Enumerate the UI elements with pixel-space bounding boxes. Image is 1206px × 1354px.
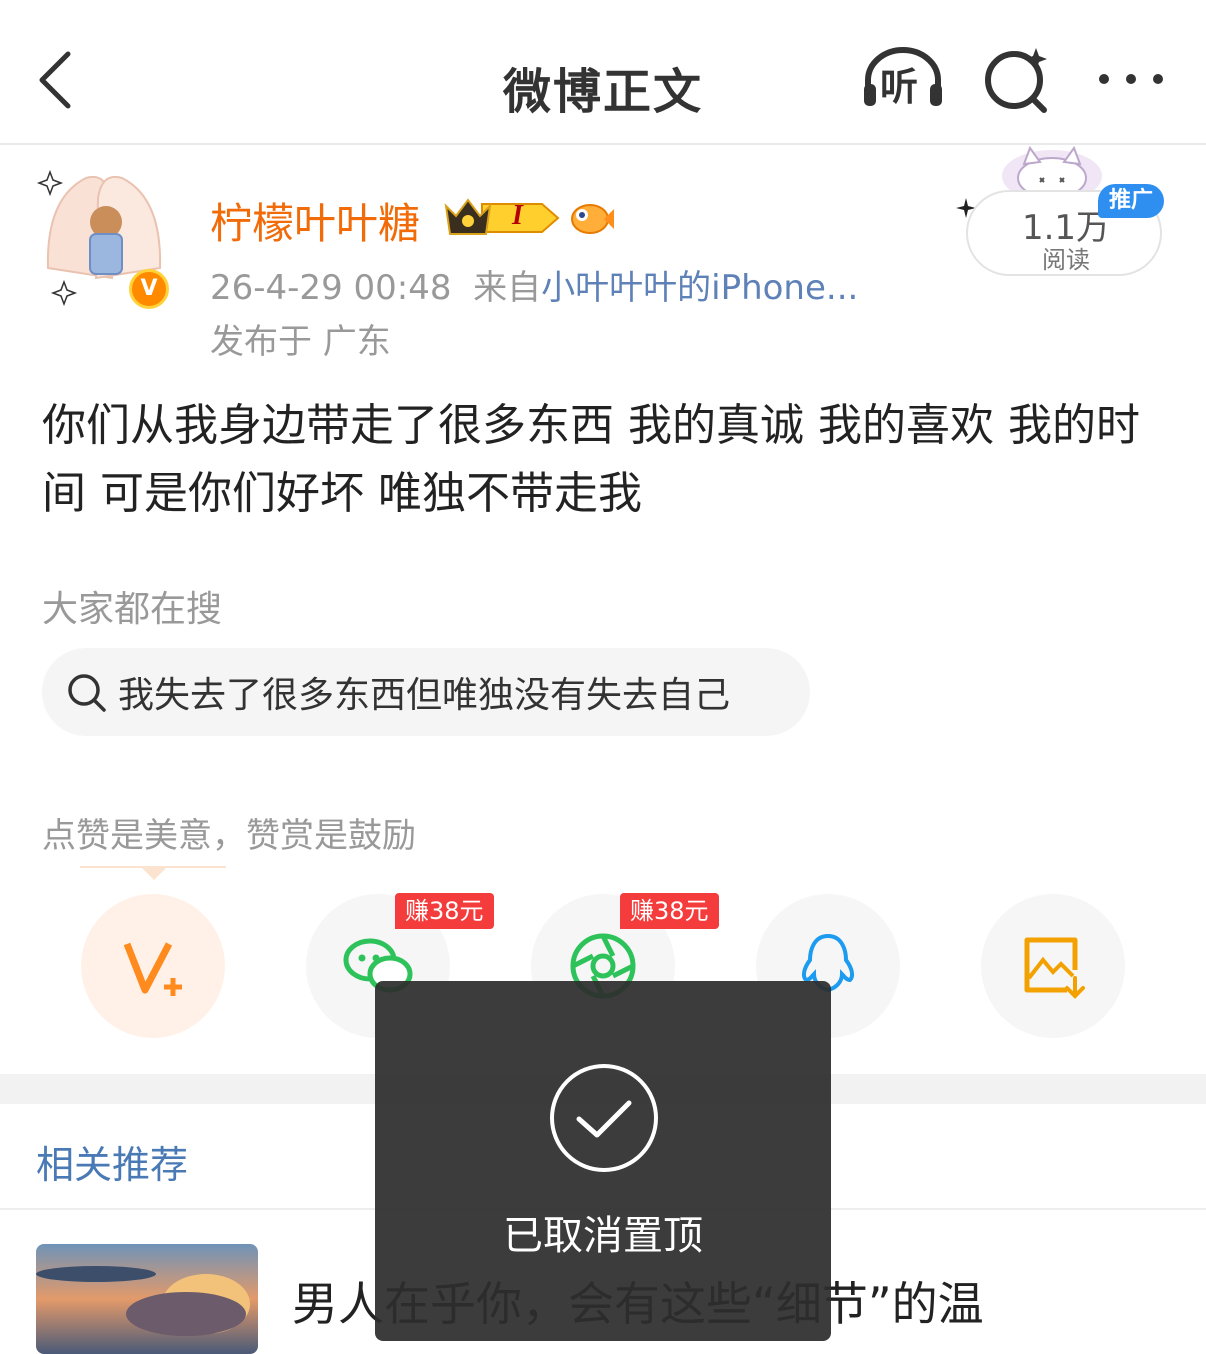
- post-location: 发布于 广东: [210, 322, 391, 362]
- trending-search-query: 我失去了很多东西但唯独没有失去自己: [118, 675, 731, 716]
- related-thumbnail[interactable]: [36, 1244, 258, 1354]
- read-label: 阅读: [1042, 246, 1090, 274]
- level-badge-label: I: [512, 200, 523, 231]
- check-circle-icon: [550, 1064, 658, 1172]
- v-plus-icon: [123, 942, 182, 996]
- verified-badge-icon: V: [129, 269, 169, 309]
- post-time: 26-4-29 00:48: [210, 268, 452, 308]
- source-link[interactable]: 小叶叶叶的iPhone...: [541, 268, 858, 308]
- post-content: 你们从我身边带走了很多东西 我的真诚 我的喜欢 我的时间 可是你们好坏 唯独不带…: [42, 400, 1140, 519]
- author-name[interactable]: 柠檬叶叶糖: [210, 190, 420, 251]
- save-image-icon: [1024, 937, 1085, 999]
- v-plus-button[interactable]: [81, 894, 225, 1038]
- save-image-button[interactable]: [981, 894, 1125, 1038]
- promote-badge[interactable]: 推广: [1098, 184, 1164, 218]
- fish-badge-icon[interactable]: [568, 195, 614, 239]
- listen-headphones-icon[interactable]: 听: [860, 44, 946, 110]
- moments-earn-badge: 赚38元: [620, 893, 719, 929]
- hint-caret: [140, 866, 168, 880]
- post-meta: 26-4-29 00:48 来自小叶叶叶的iPhone...: [210, 260, 858, 309]
- related-section-title: 相关推荐: [36, 1143, 189, 1187]
- listen-label: 听: [880, 65, 919, 109]
- toast-overlay: 已取消置顶: [375, 981, 831, 1341]
- toast-message: 已取消置顶: [503, 1213, 703, 1259]
- trending-search-pill[interactable]: 我失去了很多东西但唯独没有失去自己: [42, 648, 810, 736]
- member-crown-badge-icon[interactable]: I: [442, 194, 562, 242]
- reward-hint: 点赞是美意，赞赏是鼓励: [42, 816, 416, 856]
- trending-search-label: 大家都在搜: [42, 589, 223, 630]
- search-icon: [68, 674, 106, 712]
- wechat-earn-badge: 赚38元: [395, 893, 494, 929]
- search-sparkle-icon[interactable]: [982, 44, 1052, 114]
- more-options-icon[interactable]: [1096, 64, 1166, 94]
- source-prefix: 来自: [473, 268, 542, 308]
